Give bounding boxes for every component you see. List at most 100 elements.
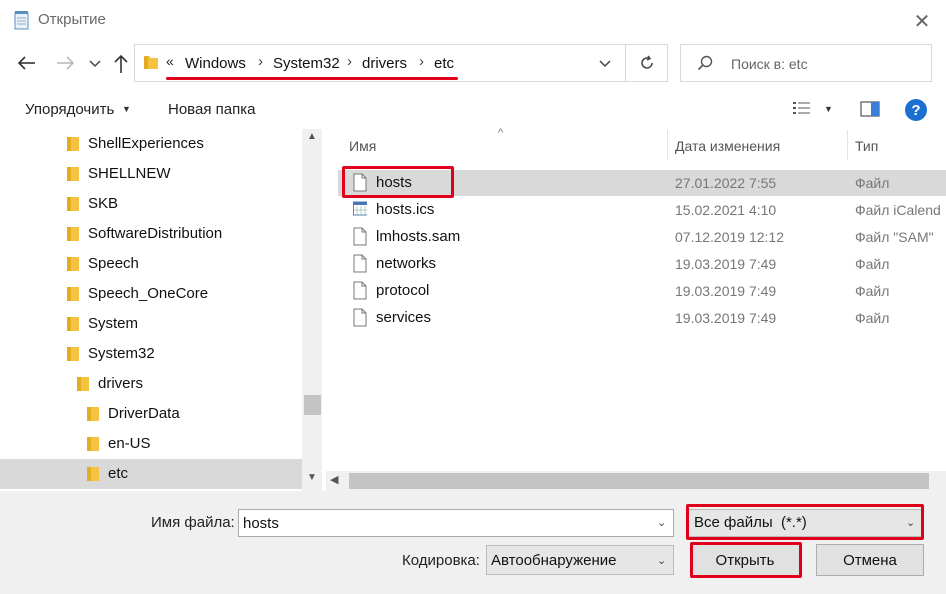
- tree-item-label: SHELLNEW: [88, 165, 171, 182]
- tree-item[interactable]: DriverData: [0, 399, 302, 429]
- file-name: services: [376, 309, 432, 326]
- tree-item[interactable]: SHELLNEW: [0, 159, 302, 189]
- preview-pane-icon[interactable]: [860, 101, 880, 117]
- tree-item-label: DriverData: [108, 405, 180, 422]
- tree-item[interactable]: en-US: [0, 429, 302, 459]
- file-type: Файл: [855, 175, 890, 191]
- up-arrow-icon[interactable]: [110, 50, 132, 78]
- scroll-left-icon[interactable]: ◀: [330, 473, 338, 486]
- breadcrumb-separator[interactable]: ›: [347, 53, 352, 70]
- folder-icon: [67, 287, 79, 301]
- tree-item-label: drivers: [98, 375, 144, 392]
- filename-input[interactable]: [238, 509, 674, 537]
- column-divider[interactable]: [667, 130, 668, 160]
- tree-item[interactable]: Speech: [0, 249, 302, 279]
- help-icon[interactable]: ?: [905, 99, 927, 121]
- back-arrow-icon[interactable]: [14, 50, 40, 76]
- folder-icon: [87, 467, 99, 481]
- file-row[interactable]: networks 19.03.2019 7:49 Файл: [338, 251, 946, 277]
- chevron-down-icon[interactable]: ⌄: [657, 554, 666, 567]
- tree-item[interactable]: System: [0, 309, 302, 339]
- hosts-highlight-box: [342, 166, 454, 198]
- tree-item-label: Speech_OneCore: [88, 285, 209, 302]
- forward-arrow-icon[interactable]: [52, 50, 78, 76]
- caret-down-icon[interactable]: ▼: [122, 104, 131, 114]
- organize-button[interactable]: Упорядочить: [25, 101, 114, 118]
- breadcrumb-etc[interactable]: etc: [434, 55, 454, 72]
- blank-file-icon: [353, 281, 367, 300]
- folder-icon: [144, 56, 158, 69]
- file-type: Файл: [855, 256, 890, 272]
- file-row[interactable]: hosts.ics 15.02.2021 4:10 Файл iCalend: [338, 197, 946, 223]
- address-highlight-underline: [166, 77, 458, 80]
- chevron-down-icon[interactable]: ⌄: [657, 516, 666, 529]
- column-divider[interactable]: [847, 130, 848, 160]
- blank-file-icon: [353, 227, 367, 246]
- open-highlight-box: [690, 542, 802, 578]
- blank-file-icon: [353, 308, 367, 327]
- scroll-down-icon[interactable]: ▼: [302, 472, 322, 490]
- file-name: networks: [376, 255, 437, 272]
- column-header-type[interactable]: Тип: [855, 138, 878, 154]
- search-icon: [697, 55, 713, 71]
- tree-scroll-thumb[interactable]: [304, 395, 321, 415]
- breadcrumb-windows[interactable]: Windows: [185, 55, 246, 72]
- horizontal-scroll-thumb[interactable]: [349, 473, 929, 489]
- folder-icon: [67, 347, 79, 361]
- tree-item-label: etc: [108, 465, 129, 482]
- breadcrumb-drivers[interactable]: drivers: [362, 55, 407, 72]
- sort-ascending-icon: ^: [498, 127, 504, 139]
- notepad-icon: [14, 11, 29, 30]
- caret-down-icon[interactable]: ▼: [824, 104, 833, 114]
- folder-icon: [67, 167, 79, 181]
- refresh-button[interactable]: [626, 44, 668, 82]
- file-type: Файл iCalend: [855, 202, 941, 218]
- folder-icon: [87, 437, 99, 451]
- file-date: 07.12.2019 12:12: [675, 229, 784, 245]
- column-header-name[interactable]: Имя: [349, 138, 376, 154]
- breadcrumb-separator[interactable]: ›: [258, 53, 263, 70]
- column-header-date[interactable]: Дата изменения: [675, 138, 780, 154]
- tree-item-label: SoftwareDistribution: [88, 225, 223, 242]
- tree-item-label: en-US: [108, 435, 151, 452]
- breadcrumb-overflow[interactable]: «: [166, 53, 174, 69]
- file-name: protocol: [376, 282, 430, 299]
- folder-icon: [67, 227, 79, 241]
- file-row[interactable]: protocol 19.03.2019 7:49 Файл: [338, 278, 946, 304]
- filename-label: Имя файла:: [151, 514, 235, 531]
- tree-item-label: System32: [88, 345, 155, 362]
- file-name: hosts.ics: [376, 201, 435, 218]
- file-date: 19.03.2019 7:49: [675, 283, 777, 299]
- new-folder-button[interactable]: Новая папка: [168, 101, 255, 118]
- tree-item[interactable]: etc: [0, 459, 302, 489]
- tree-item[interactable]: ShellExperiences: [0, 129, 302, 159]
- file-name: lmhosts.sam: [376, 228, 461, 245]
- file-row[interactable]: lmhosts.sam 07.12.2019 12:12 Файл "SAM": [338, 224, 946, 250]
- details-view-icon[interactable]: [792, 100, 812, 118]
- folder-icon: [87, 407, 99, 421]
- file-type: Файл: [855, 283, 890, 299]
- tree-item[interactable]: Speech_OneCore: [0, 279, 302, 309]
- refresh-icon: [640, 55, 653, 69]
- file-row[interactable]: services 19.03.2019 7:49 Файл: [338, 305, 946, 331]
- breadcrumb-system32[interactable]: System32: [273, 55, 340, 72]
- file-date: 15.02.2021 4:10: [675, 202, 777, 218]
- tree-item[interactable]: System32: [0, 339, 302, 369]
- chevron-down-icon[interactable]: [596, 54, 614, 72]
- tree-item[interactable]: drivers: [0, 369, 302, 399]
- folder-icon: [67, 317, 79, 331]
- file-date: 19.03.2019 7:49: [675, 256, 777, 272]
- recent-locations-chevron-icon[interactable]: [86, 52, 104, 74]
- breadcrumb-separator[interactable]: ›: [419, 53, 424, 70]
- tree-scrollbar[interactable]: [302, 129, 322, 491]
- file-date: 19.03.2019 7:49: [675, 310, 777, 326]
- close-button[interactable]: ✕: [908, 8, 936, 34]
- search-input[interactable]: Поиск в: etc: [731, 56, 808, 72]
- scroll-up-icon[interactable]: ▲: [302, 131, 322, 149]
- tree-item[interactable]: SoftwareDistribution: [0, 219, 302, 249]
- encoding-label: Кодировка:: [402, 552, 480, 569]
- cancel-button[interactable]: Отмена: [816, 544, 924, 576]
- blank-file-icon: [353, 254, 367, 273]
- tree-item[interactable]: SKB: [0, 189, 302, 219]
- window-title: Открытие: [38, 11, 106, 28]
